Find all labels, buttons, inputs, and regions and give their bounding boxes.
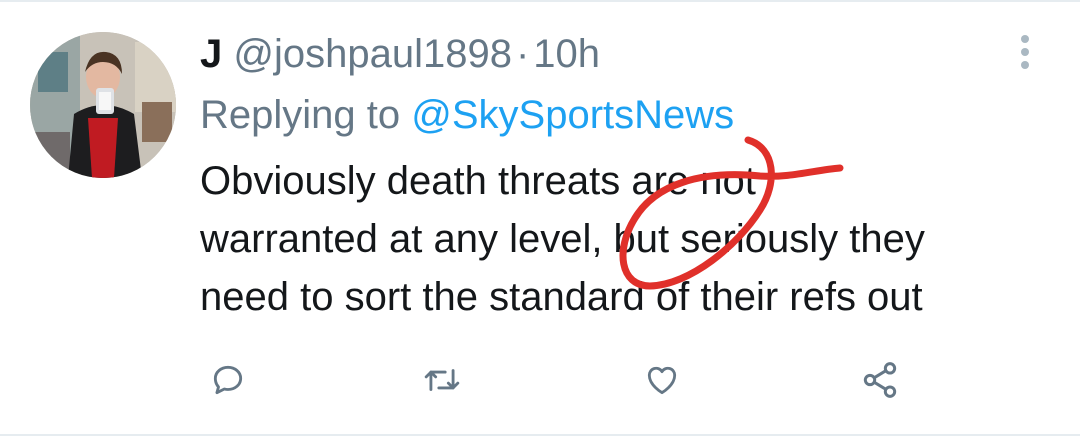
tweet-header: J @joshpaul1898 · 10h [200,30,600,78]
heart-icon [642,361,682,399]
tweet-text: Obviously death threats are not warrante… [200,152,1060,326]
reply-mention-link[interactable]: @SkySportsNews [411,93,734,137]
retweet-icon [421,361,463,399]
tweet-text-line: Obviously death threats are not [200,159,756,203]
retweet-button[interactable] [420,358,464,402]
separator-dot: · [515,32,530,76]
tweet-text-line: warranted at any level, but seriously th… [200,217,925,261]
avatar[interactable] [30,32,176,178]
user-handle[interactable]: @joshpaul1898 [233,32,512,76]
reply-button[interactable] [206,358,250,402]
share-button[interactable] [858,358,902,402]
more-options-button[interactable] [1008,34,1042,74]
display-name[interactable]: J [200,32,222,76]
like-button[interactable] [640,358,684,402]
bottom-divider [0,434,1080,436]
reply-icon [209,361,247,399]
top-divider [0,0,1080,2]
replying-to-label: Replying to [200,93,401,137]
more-vertical-icon [1019,34,1031,75]
share-icon [860,360,900,400]
timestamp[interactable]: 10h [533,32,600,76]
tweet-text-line: need to sort the standard of their refs … [200,275,923,319]
replying-to-line: Replying to @SkySportsNews [200,91,734,139]
